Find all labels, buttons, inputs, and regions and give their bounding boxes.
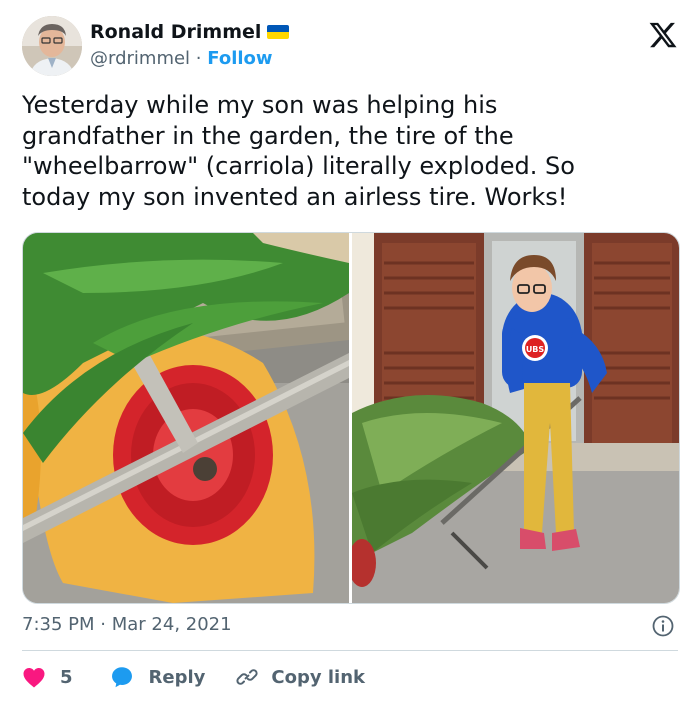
divider <box>22 650 678 651</box>
like-button[interactable]: 5 <box>22 666 73 688</box>
handle[interactable]: @rdrimmel <box>90 48 190 69</box>
author-names: Ronald Drimmel @rdrimmel · Follow <box>90 20 290 72</box>
copy-link-button[interactable]: Copy link <box>235 665 365 689</box>
reply-bubble-icon <box>111 667 132 688</box>
tweet-text: Yesterday while my son was helping his g… <box>22 91 575 211</box>
copy-link-label: Copy link <box>271 666 365 688</box>
separator-dot: · <box>195 48 202 69</box>
tweet-date: Mar 24, 2021 <box>111 614 232 635</box>
shirt-logo-text: UBS <box>526 345 545 354</box>
avatar-image <box>22 16 82 76</box>
x-logo-icon[interactable] <box>648 20 678 50</box>
display-name[interactable]: Ronald Drimmel <box>90 21 261 43</box>
info-icon[interactable] <box>651 614 675 638</box>
handle-row: @rdrimmel · Follow <box>90 46 289 72</box>
media-grid: UBS <box>22 232 680 604</box>
reply-button[interactable]: Reply <box>109 664 206 690</box>
boy-with-wheelbarrow-photo[interactable]: UBS <box>352 233 679 603</box>
follow-button[interactable]: Follow <box>207 48 272 69</box>
meta-separator: · <box>100 614 106 635</box>
wheelbarrow-wheel-photo[interactable] <box>23 233 349 603</box>
heart-icon <box>23 668 45 688</box>
ukraine-flag-icon <box>267 25 290 39</box>
link-icon <box>236 669 258 685</box>
reply-label: Reply <box>148 666 206 688</box>
tweet-timestamp[interactable]: 7:35 PM · Mar 24, 2021 <box>22 612 232 638</box>
tweet-header: Ronald Drimmel @rdrimmel · Follow <box>22 16 678 78</box>
like-count: 5 <box>60 666 73 688</box>
action-bar: 5 Reply Copy link <box>22 660 365 694</box>
tweet-time: 7:35 PM <box>22 614 95 635</box>
avatar[interactable] <box>22 16 82 76</box>
